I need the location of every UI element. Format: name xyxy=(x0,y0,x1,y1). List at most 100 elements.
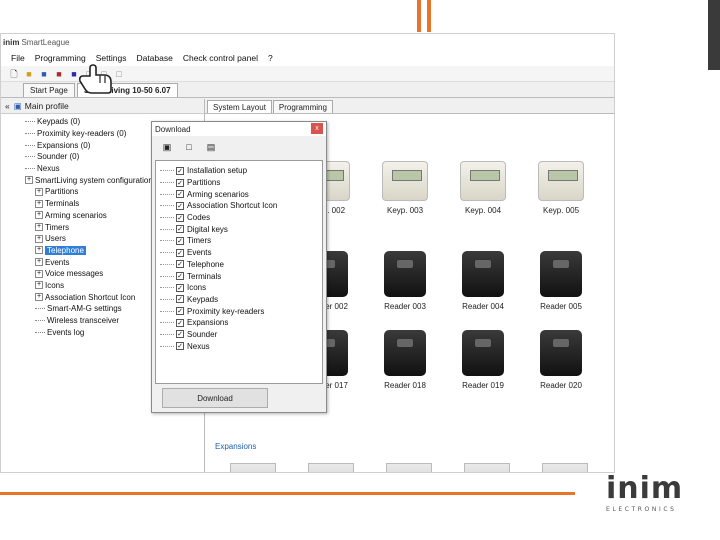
checkbox[interactable]: ✓ xyxy=(176,213,184,222)
tree-item-label: Association Shortcut Icon xyxy=(45,292,136,302)
checkbox[interactable]: ✓ xyxy=(176,283,184,292)
expand-icon[interactable]: + xyxy=(35,211,43,220)
download-item[interactable]: ✓ Partitions xyxy=(156,177,322,189)
close-button[interactable]: x xyxy=(311,123,323,134)
download-item[interactable]: ✓ Events xyxy=(156,247,322,259)
expansion-device[interactable] xyxy=(223,463,283,472)
tab-start-page[interactable]: Start Page xyxy=(23,83,75,97)
expand-icon[interactable]: + xyxy=(35,199,43,208)
checkbox[interactable]: ✓ xyxy=(176,248,184,257)
upload-icon[interactable]: ■ xyxy=(54,69,64,79)
download-item[interactable]: ✓ Proximity key-readers xyxy=(156,305,322,317)
expansion-device[interactable] xyxy=(301,463,361,472)
menu-help[interactable]: ? xyxy=(268,53,273,63)
save-icon[interactable]: ■ xyxy=(39,69,49,79)
expand-icon[interactable]: + xyxy=(25,176,33,185)
download-item[interactable]: ✓ Arming scenarios xyxy=(156,188,322,200)
expansion-device[interactable] xyxy=(457,463,517,472)
checkbox[interactable]: ✓ xyxy=(176,236,184,245)
download-item[interactable]: ✓ Codes xyxy=(156,212,322,224)
expand-icon[interactable]: + xyxy=(35,234,43,243)
expand-icon[interactable]: + xyxy=(35,269,43,278)
checkbox[interactable]: ✓ xyxy=(176,307,184,316)
select-all-icon[interactable]: ▣ xyxy=(162,142,172,152)
invert-selection-icon[interactable]: ▤ xyxy=(206,142,216,152)
checkbox[interactable]: ✓ xyxy=(176,260,184,269)
checkbox[interactable]: ✓ xyxy=(176,225,184,234)
reader-device[interactable]: Reader 020 xyxy=(531,330,591,390)
menu-programming[interactable]: Programming xyxy=(35,53,86,63)
download-item[interactable]: ✓ Sounder xyxy=(156,329,322,341)
keypad-device-image xyxy=(538,161,584,201)
tree-connector xyxy=(25,168,35,170)
tab-system-layout[interactable]: System Layout xyxy=(207,100,272,113)
reader-device[interactable]: Reader 005 xyxy=(531,251,591,311)
download-dialog: Download x ▣ □ ▤ ✓ Installation setup ✓ Par… xyxy=(151,121,327,413)
brand-logo: inim ELECTRONICS xyxy=(606,474,686,514)
download-item[interactable]: ✓ Telephone xyxy=(156,259,322,271)
menu-database[interactable]: Database xyxy=(136,53,172,63)
download-item-label: Sounder xyxy=(187,329,218,339)
reader-device-label: Reader 019 xyxy=(462,381,504,390)
keypad-device[interactable]: Keyp. 003 xyxy=(375,161,435,215)
expansion-device[interactable] xyxy=(535,463,595,472)
checkbox[interactable]: ✓ xyxy=(176,166,184,175)
reader-device-image xyxy=(540,330,582,376)
tree-connector xyxy=(160,263,174,265)
menu-settings[interactable]: Settings xyxy=(96,53,127,63)
menu-file[interactable]: File xyxy=(11,53,25,63)
checkbox[interactable]: ✓ xyxy=(176,295,184,304)
tree-connector xyxy=(160,205,174,207)
expand-icon[interactable]: + xyxy=(35,223,43,232)
checkbox[interactable]: ✓ xyxy=(176,178,184,187)
dialog-toolbar: ▣ □ ▤ xyxy=(152,136,326,158)
tree-connector xyxy=(25,156,35,158)
new-file-icon[interactable]: 🗋 xyxy=(9,69,19,79)
collapse-icon[interactable]: « xyxy=(5,101,10,111)
checkbox[interactable]: ✓ xyxy=(176,190,184,199)
download-item-label: Digital keys xyxy=(187,224,228,234)
expand-icon[interactable]: + xyxy=(35,281,43,290)
download-item[interactable]: ✓ Expansions xyxy=(156,317,322,329)
tree-item-label: Proximity key-readers (0) xyxy=(37,129,127,139)
checkbox[interactable]: ✓ xyxy=(176,201,184,210)
tree-item-label: Keypads (0) xyxy=(37,117,81,127)
keypad-device[interactable]: Keyp. 004 xyxy=(453,161,513,215)
download-item[interactable]: ✓ Digital keys xyxy=(156,223,322,235)
deselect-all-icon[interactable]: □ xyxy=(184,142,194,152)
download-button[interactable]: Download xyxy=(162,388,268,408)
download-item-label: Codes xyxy=(187,213,211,223)
expand-icon[interactable]: + xyxy=(35,293,43,302)
download-item[interactable]: ✓ Icons xyxy=(156,282,322,294)
checkbox[interactable]: ✓ xyxy=(176,342,184,351)
open-folder-icon[interactable]: ■ xyxy=(24,69,34,79)
download-item[interactable]: ✓ Timers xyxy=(156,235,322,247)
decor-block xyxy=(708,0,720,70)
tree-item-label: Users xyxy=(45,234,66,244)
keypad-device[interactable]: Keyp. 005 xyxy=(531,161,591,215)
reader-device[interactable]: Reader 019 xyxy=(453,330,513,390)
brand-tagline: ELECTRONICS xyxy=(606,506,677,513)
download-item[interactable]: ✓ Installation setup xyxy=(156,165,322,177)
tab-programming[interactable]: Programming xyxy=(272,100,333,113)
checkbox[interactable]: ✓ xyxy=(176,272,184,281)
download-item[interactable]: ✓ Nexus xyxy=(156,340,322,352)
checkbox[interactable]: ✓ xyxy=(176,318,184,327)
reader-device[interactable]: Reader 018 xyxy=(375,330,435,390)
expand-icon[interactable]: + xyxy=(35,187,43,196)
expand-icon[interactable]: + xyxy=(35,246,43,255)
download-item[interactable]: ✓ Association Shortcut Icon xyxy=(156,200,322,212)
app-logo: inim xyxy=(3,37,20,47)
download-item-label: Partitions xyxy=(187,178,221,188)
export-icon[interactable]: □ xyxy=(114,69,124,79)
menu-check-control-panel[interactable]: Check control panel xyxy=(183,53,258,63)
reader-device[interactable]: Reader 003 xyxy=(375,251,435,311)
download-item-label: Terminals xyxy=(187,271,222,281)
download-item[interactable]: ✓ Terminals xyxy=(156,270,322,282)
checkbox[interactable]: ✓ xyxy=(176,330,184,339)
expand-icon[interactable]: + xyxy=(35,258,43,267)
download-item[interactable]: ✓ Keypads xyxy=(156,294,322,306)
expansion-device[interactable] xyxy=(379,463,439,472)
reader-device[interactable]: Reader 004 xyxy=(453,251,513,311)
tree-item-label: Sounder (0) xyxy=(37,152,80,162)
